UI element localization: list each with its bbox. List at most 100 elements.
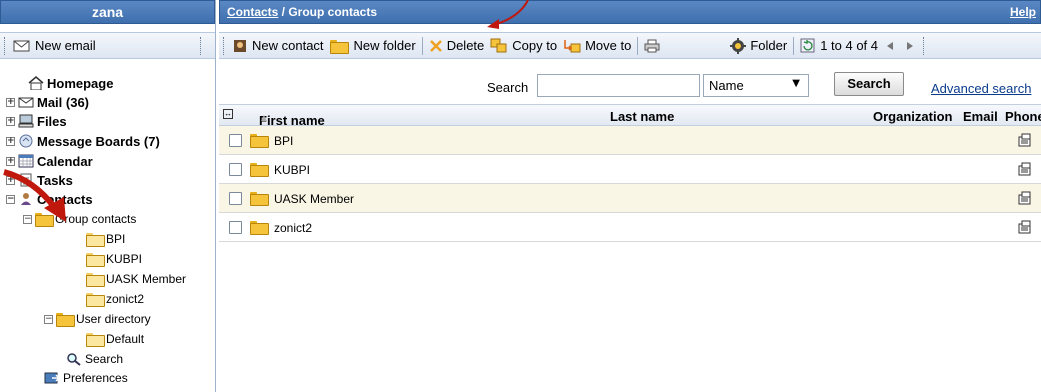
main-toolbar: New contact New folder Delete Copy to Mo… (219, 32, 1041, 59)
tree-item-default[interactable]: Default (86, 330, 144, 348)
column-organization[interactable]: Organization (873, 109, 952, 124)
breadcrumb-contacts-link[interactable]: Contacts (227, 5, 278, 19)
main-panel: Contacts / Group contacts Help New conta… (219, 0, 1041, 392)
table-row[interactable]: BPI (219, 126, 1041, 155)
first-name-cell[interactable]: UASK Member (274, 192, 354, 206)
left-panel: zana New email Homepage + Mail (36) + Fi… (0, 0, 216, 392)
table-row[interactable]: zonict2 (219, 213, 1041, 242)
tree-item-user-directory[interactable]: − User directory (44, 310, 151, 328)
collapse-icon[interactable]: − (6, 194, 15, 204)
toolbar-grip[interactable] (4, 36, 7, 55)
search-label: Search (487, 80, 529, 95)
left-toolbar: New email (0, 32, 215, 59)
tasks-icon (20, 173, 32, 187)
new-email-button[interactable]: New email (13, 38, 96, 53)
tree-item-zonict2[interactable]: zonict2 (86, 290, 144, 308)
tree-item-calendar[interactable]: + Calendar (6, 152, 93, 170)
collapse-icon[interactable]: − (44, 314, 53, 324)
expand-icon[interactable]: + (6, 156, 15, 166)
toolbar-grip[interactable] (223, 36, 226, 55)
delete-button[interactable]: Delete (429, 38, 484, 53)
select-all-toggle[interactable]: ↔ (223, 109, 233, 119)
row-checkbox[interactable] (229, 163, 242, 176)
phone-icon[interactable] (1018, 133, 1033, 147)
table-row[interactable]: KUBPI (219, 155, 1041, 184)
tree-label: Group contacts (55, 212, 137, 226)
expand-icon[interactable]: + (6, 97, 15, 107)
toolbar-grip-right[interactable] (200, 37, 203, 55)
folder-icon (86, 253, 105, 267)
first-name-cell[interactable]: KUBPI (274, 163, 310, 177)
envelope-icon (13, 40, 30, 51)
tree-item-contacts[interactable]: − Contacts (6, 190, 93, 208)
column-last-name[interactable]: Last name (610, 109, 674, 124)
envelope-icon (18, 97, 34, 108)
table-row[interactable]: UASK Member (219, 184, 1041, 213)
tree-item-message-boards[interactable]: + Message Boards (7) (6, 132, 160, 150)
move-to-label: Move to (585, 38, 632, 53)
breadcrumb-current: / Group contacts (278, 5, 378, 19)
tree-item-bpi[interactable]: BPI (86, 230, 125, 248)
tree-item-search[interactable]: Search (66, 350, 123, 368)
preferences-icon (44, 372, 60, 384)
expand-icon[interactable]: + (6, 175, 15, 185)
row-checkbox[interactable] (229, 221, 242, 234)
tree-item-tasks[interactable]: + Tasks (6, 171, 73, 189)
chevron-down-icon: ▼ (792, 78, 800, 89)
tree-item-kubpi[interactable]: KUBPI (86, 250, 142, 268)
folder-button[interactable]: Folder (730, 37, 787, 54)
advanced-search-link[interactable]: Advanced search (931, 81, 1031, 96)
phone-icon[interactable] (1018, 191, 1033, 205)
help-link[interactable]: Help (1010, 1, 1036, 23)
message-board-icon (19, 134, 33, 148)
refresh-button[interactable] (800, 38, 815, 53)
tree-item-preferences[interactable]: Preferences (44, 369, 128, 387)
expand-icon[interactable]: + (6, 116, 15, 126)
new-contact-label: New contact (252, 38, 324, 53)
next-page-button[interactable] (905, 41, 915, 51)
search-bar: Search Name ▼ Search Advanced search (219, 72, 1041, 98)
search-button[interactable]: Search (834, 72, 904, 96)
tree-label: Default (106, 332, 145, 346)
copy-icon (490, 38, 507, 52)
search-field-select[interactable]: Name ▼ (703, 74, 809, 97)
phone-icon[interactable] (1018, 220, 1033, 234)
search-field-value: Name (709, 78, 744, 93)
tree-label: KUBPI (106, 252, 143, 266)
table-body: BPI KUBPI UASK Member zonict2 (219, 126, 1041, 242)
folder-gear-icon (730, 37, 747, 54)
new-contact-button[interactable]: New contact (232, 38, 324, 54)
refresh-icon (800, 38, 815, 53)
search-input[interactable] (537, 74, 700, 97)
move-to-button[interactable]: Move to (563, 38, 631, 54)
collapse-icon[interactable]: − (23, 214, 32, 224)
delete-x-icon (429, 39, 442, 52)
paging-label: 1 to 4 of 4 (820, 38, 879, 53)
prev-page-button[interactable] (885, 41, 895, 51)
column-email[interactable]: Email (963, 109, 998, 124)
toolbar-grip-right[interactable] (923, 36, 926, 55)
folder-icon (86, 233, 105, 247)
folder-icon (86, 293, 105, 307)
paging-info: 1 to 4 of 4 (820, 38, 878, 53)
sort-asc-icon: ▲ (259, 113, 269, 124)
row-checkbox[interactable] (229, 134, 242, 147)
tree-item-uask-member[interactable]: UASK Member (86, 270, 186, 288)
print-button[interactable] (644, 39, 660, 53)
tree-item-homepage[interactable]: Homepage (28, 74, 113, 92)
phone-icon[interactable] (1018, 162, 1033, 176)
expand-icon[interactable]: + (6, 136, 15, 146)
breadcrumb: Contacts / Group contacts Help (219, 0, 1041, 24)
printer-icon (644, 39, 660, 52)
tree-item-mail[interactable]: + Mail (36) (6, 93, 89, 111)
column-phone[interactable]: Phone (1005, 109, 1041, 124)
tree-item-group-contacts[interactable]: − Group contacts (23, 210, 136, 228)
first-name-cell[interactable]: zonict2 (274, 221, 312, 235)
copy-to-button[interactable]: Copy to (490, 38, 557, 54)
computer-icon (18, 114, 34, 128)
new-folder-button[interactable]: New folder (329, 38, 416, 54)
row-checkbox[interactable] (229, 192, 242, 205)
tree-item-files[interactable]: + Files (6, 112, 67, 130)
first-name-cell[interactable]: BPI (274, 134, 293, 148)
move-icon (564, 39, 581, 52)
